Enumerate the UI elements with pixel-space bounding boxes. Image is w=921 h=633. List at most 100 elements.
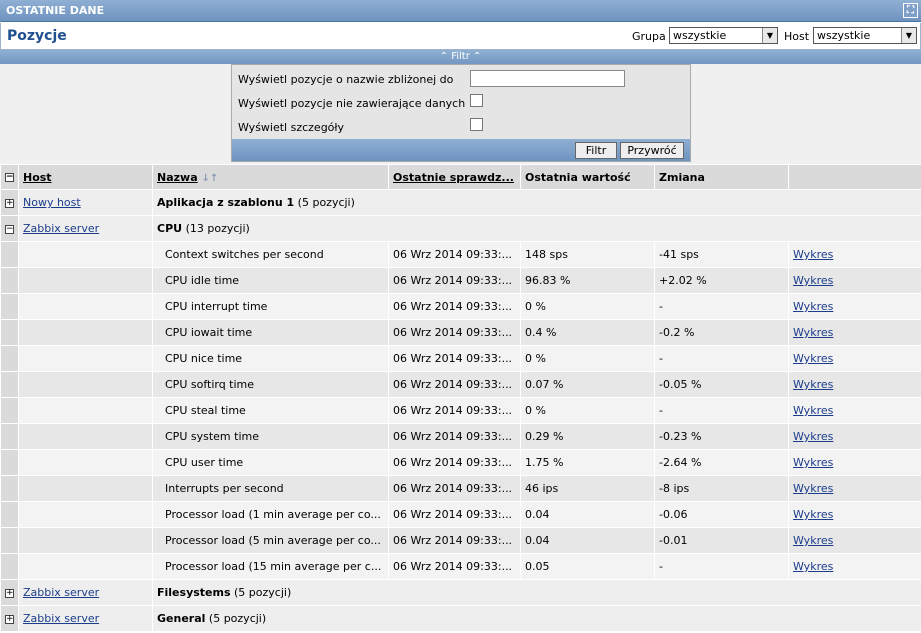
item-name: CPU iowait time [152,319,389,346]
group-toggle[interactable]: + [0,605,19,632]
column-name-label[interactable]: Nazwa [157,171,198,184]
graph-link[interactable]: Wykres [793,560,833,573]
page-header: Pozycje Grupa wszystkie ▼ Host wszystkie… [0,23,921,50]
item-last-value: 0.04 [520,527,655,554]
graph-link[interactable]: Wykres [793,378,833,391]
host-select-value: wszystkie [817,29,871,42]
graph-link[interactable]: Wykres [793,274,833,287]
group-select[interactable]: wszystkie ▼ [669,27,778,44]
graph-link[interactable]: Wykres [793,456,833,469]
group-host-cell: Nowy host [18,189,153,216]
item-last-value: 0 % [520,345,655,372]
item-last-check: 06 Wrz 2014 09:33:... [388,423,521,450]
row-spacer [0,527,19,554]
item-last-value: 0.07 % [520,371,655,398]
column-host[interactable]: Host [18,164,153,190]
group-name: Filesystems [157,586,231,599]
host-label: Host [784,30,810,43]
group-name: CPU [157,222,183,235]
item-change: -8 ips [654,475,789,502]
column-last-check[interactable]: Ostatnie sprawdz... [388,164,521,190]
row-host-cell [18,423,153,450]
column-host-label[interactable]: Host [23,171,52,184]
row-spacer [0,423,19,450]
item-name: CPU system time [152,423,389,450]
row-spacer [0,267,19,294]
graph-link[interactable]: Wykres [793,404,833,417]
filter-name-input[interactable] [470,70,625,87]
filter-details-checkbox[interactable] [470,118,483,131]
graph-link[interactable]: Wykres [793,508,833,521]
row-spacer [0,449,19,476]
item-change: - [654,553,789,580]
graph-link[interactable]: Wykres [793,482,833,495]
item-change: - [654,397,789,424]
filter-toggle-bar[interactable]: ⌃ Filtr ⌃ [0,50,921,64]
graph-link[interactable]: Wykres [793,534,833,547]
group-count: (5 pozycji) [297,196,355,209]
chevron-down-icon: ▼ [901,28,916,43]
item-last-check: 06 Wrz 2014 09:33:... [388,449,521,476]
item-last-check: 06 Wrz 2014 09:33:... [388,501,521,528]
table-row: CPU softirq time 06 Wrz 2014 09:33:... 0.0… [0,371,921,398]
column-last-value: Ostatnia wartość [520,164,655,190]
expand-toggle-icon[interactable]: + [5,614,14,624]
column-name[interactable]: Nazwa ↓↑ [152,164,389,190]
item-change: - [654,345,789,372]
filter-toggle-label: Filtr [451,51,470,62]
row-spacer [0,345,19,372]
reset-button[interactable]: Przywróć [620,142,684,159]
graph-link[interactable]: Wykres [793,430,833,443]
table-row: CPU interrupt time 06 Wrz 2014 09:33:... 0… [0,293,921,320]
item-last-check: 06 Wrz 2014 09:33:... [388,345,521,372]
item-change: +2.02 % [654,267,789,294]
row-host-cell [18,397,153,424]
item-last-value: 0 % [520,293,655,320]
group-toggle[interactable]: − [0,215,19,242]
collapse-all-toggle[interactable]: − [0,164,19,190]
graph-link[interactable]: Wykres [793,352,833,365]
filter-details-label: Wyświetl szczegóły [238,121,345,134]
page-title: Pozycje [7,28,67,44]
filter-button[interactable]: Filtr [575,142,617,159]
host-link[interactable]: Zabbix server [23,586,99,599]
row-spacer [0,319,19,346]
item-name: Processor load (1 min average per co... [152,501,389,528]
host-link[interactable]: Nowy host [23,196,81,209]
group-host-cell: Zabbix server [18,605,153,632]
graph-link[interactable]: Wykres [793,248,833,261]
graph-link[interactable]: Wykres [793,300,833,313]
row-host-cell [18,527,153,554]
group-row: + Zabbix server General (5 pozycji) [0,605,921,632]
row-host-cell [18,501,153,528]
item-graph-cell: Wykres [788,241,921,268]
expand-toggle-icon[interactable]: − [5,224,14,234]
group-row: − Zabbix server CPU (13 pozycji) [0,215,921,242]
item-graph-cell: Wykres [788,319,921,346]
column-last-check-label[interactable]: Ostatnie sprawdz... [393,171,514,184]
host-link[interactable]: Zabbix server [23,612,99,625]
item-last-value: 1.75 % [520,449,655,476]
expand-toggle-icon[interactable]: + [5,198,14,208]
item-last-value: 96.83 % [520,267,655,294]
item-graph-cell: Wykres [788,345,921,372]
group-row: + Nowy host Aplikacja z szablonu 1 (5 pozy… [0,189,921,216]
row-spacer [0,475,19,502]
group-name-cell: Filesystems (5 pozycji) [152,579,921,606]
expand-toggle-icon[interactable]: + [5,588,14,598]
filter-nodata-checkbox[interactable] [470,94,483,107]
host-link[interactable]: Zabbix server [23,222,99,235]
item-name: Interrupts per second [152,475,389,502]
item-name: Processor load (15 min average per c... [152,553,389,580]
group-toggle[interactable]: + [0,579,19,606]
group-toggle[interactable]: + [0,189,19,216]
item-last-check: 06 Wrz 2014 09:33:... [388,319,521,346]
host-select[interactable]: wszystkie ▼ [813,27,917,44]
group-name-cell: Aplikacja z szablonu 1 (5 pozycji) [152,189,921,216]
item-last-value: 0 % [520,397,655,424]
graph-link[interactable]: Wykres [793,326,833,339]
group-name-cell: General (5 pozycji) [152,605,921,632]
group-name: Aplikacja z szablonu 1 [157,196,295,209]
maximize-icon[interactable]: ⛶ [903,3,918,18]
group-count: (13 pozycji) [185,222,250,235]
